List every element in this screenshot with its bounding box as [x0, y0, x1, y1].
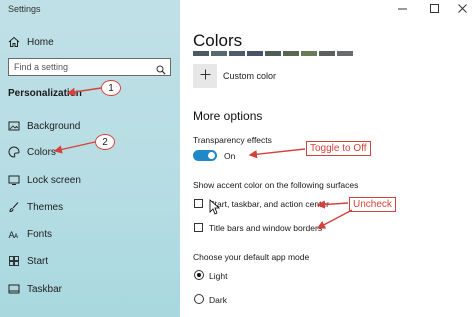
annotation-uncheck: Uncheck: [349, 197, 396, 212]
maximize-button[interactable]: [424, 2, 444, 16]
sidebar-item-home-label: Home: [27, 36, 54, 48]
transparency-toggle[interactable]: [193, 150, 217, 161]
color-swatch[interactable]: [283, 51, 299, 56]
color-swatch[interactable]: [247, 51, 263, 56]
svg-text:A: A: [14, 233, 19, 240]
sidebar-item-fonts[interactable]: AA Fonts: [8, 228, 53, 241]
transparency-state: On: [224, 151, 236, 161]
color-swatch[interactable]: [211, 51, 227, 56]
maximize-icon: [429, 0, 439, 18]
palette-icon: [8, 146, 20, 158]
app-mode-label: Choose your default app mode: [193, 252, 310, 262]
annotation-toggle-to-off: Toggle to Off: [306, 141, 371, 156]
minimize-icon: [397, 0, 407, 18]
color-swatch[interactable]: [319, 51, 335, 56]
color-swatch[interactable]: [337, 51, 353, 56]
light-mode-radio[interactable]: [194, 270, 204, 280]
search-input[interactable]: Find a setting: [8, 58, 171, 76]
sidebar-item-label: Colors: [27, 146, 56, 158]
radio-selected-dot: [197, 273, 201, 277]
sidebar-item-label: Fonts: [27, 228, 53, 240]
section-title-personalization: Personalization: [8, 88, 82, 99]
sidebar-item-colors[interactable]: Colors: [8, 146, 56, 158]
custom-color-label: Custom color: [223, 71, 277, 81]
sidebar-item-lock-screen[interactable]: Lock screen: [8, 174, 81, 186]
start-taskbar-checkbox-label: Start, taskbar, and action center: [209, 199, 330, 209]
brush-icon: [8, 201, 20, 213]
sidebar-item-label: Start: [27, 255, 49, 267]
start-icon: [8, 255, 20, 267]
transparency-label: Transparency effects: [193, 135, 272, 145]
window-title: Settings: [8, 4, 41, 14]
light-mode-label: Light: [209, 271, 228, 281]
callout-1: 1: [101, 80, 121, 96]
title-bars-checkbox-label: Title bars and window borders: [209, 223, 323, 233]
font-icon: AA: [8, 228, 20, 240]
color-swatch[interactable]: [229, 51, 245, 56]
picture-icon: [8, 120, 20, 132]
color-swatch[interactable]: [301, 51, 317, 56]
more-options-heading: More options: [193, 109, 263, 123]
dark-mode-radio[interactable]: [194, 294, 204, 304]
sidebar-item-label: Lock screen: [27, 174, 81, 186]
plus-icon: [200, 67, 211, 85]
taskbar-icon: [8, 283, 20, 295]
color-swatch[interactable]: [265, 51, 281, 56]
title-bars-checkbox[interactable]: [194, 223, 203, 232]
sidebar-item-background[interactable]: Background: [8, 120, 80, 132]
sidebar-item-label: Taskbar: [27, 283, 63, 295]
sidebar-item-label: Themes: [27, 201, 64, 213]
sidebar-item-start[interactable]: Start: [8, 255, 48, 267]
accent-surfaces-label: Show accent color on the following surfa…: [193, 180, 359, 190]
search-placeholder: Find a setting: [14, 62, 69, 72]
sidebar-item-taskbar[interactable]: Taskbar: [8, 283, 62, 295]
dark-mode-label: Dark: [209, 295, 227, 305]
sidebar-item-themes[interactable]: Themes: [8, 201, 63, 213]
sidebar-item-label: Background: [27, 120, 81, 132]
custom-color-button[interactable]: [193, 64, 217, 88]
sidebar: Settings Home Find a setting Personaliza…: [0, 0, 180, 317]
sidebar-item-home[interactable]: Home: [8, 36, 54, 48]
home-icon: [8, 36, 20, 48]
start-taskbar-checkbox[interactable]: [194, 199, 203, 208]
monitor-icon: [8, 174, 20, 186]
color-swatch[interactable]: [193, 51, 209, 56]
callout-2: 2: [95, 134, 115, 150]
main-panel: Colors Custom color More options Transpa…: [180, 0, 474, 317]
toggle-knob: [208, 152, 215, 159]
close-icon: [457, 0, 467, 18]
close-button[interactable]: [452, 2, 472, 16]
search-icon[interactable]: [156, 62, 166, 75]
minimize-button[interactable]: [392, 2, 412, 16]
page-title: Colors: [193, 31, 243, 50]
